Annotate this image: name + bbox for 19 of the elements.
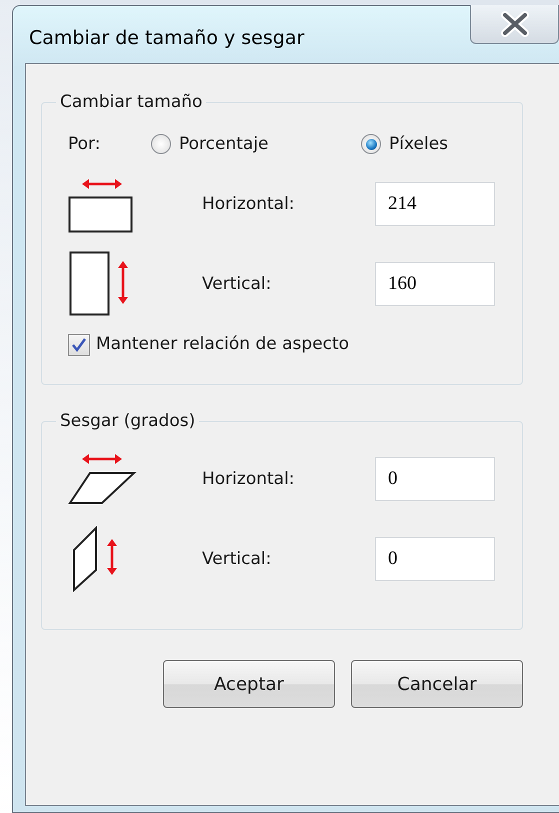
text-field[interactable]: 160: [375, 262, 495, 306]
dialog-button[interactable]: Aceptar: [163, 660, 335, 708]
radio-option[interactable]: Píxeles: [361, 132, 448, 158]
text-field[interactable]: 214: [375, 182, 495, 226]
field-label: Por:: [68, 132, 102, 156]
field-label: Horizontal:: [202, 192, 296, 216]
group-title: Cambiar tamaño: [59, 92, 204, 112]
check-icon: [71, 337, 87, 354]
radio-option[interactable]: Porcentaje: [151, 132, 361, 158]
window-title: Cambiar de tamaño y sesgar: [29, 27, 304, 49]
dialog-button[interactable]: Cancelar: [351, 660, 523, 708]
field-label: Vertical:: [202, 272, 272, 296]
text-field[interactable]: 0: [375, 537, 495, 582]
group-title: Sesgar (grados): [59, 410, 196, 432]
field-label: Vertical:: [202, 548, 272, 571]
aspect-checkbox[interactable]: Mantener relación de aspecto: [68, 332, 350, 358]
field-label: Horizontal:: [202, 468, 296, 491]
text-field[interactable]: 0: [375, 457, 495, 502]
close-button[interactable]: [470, 5, 559, 44]
